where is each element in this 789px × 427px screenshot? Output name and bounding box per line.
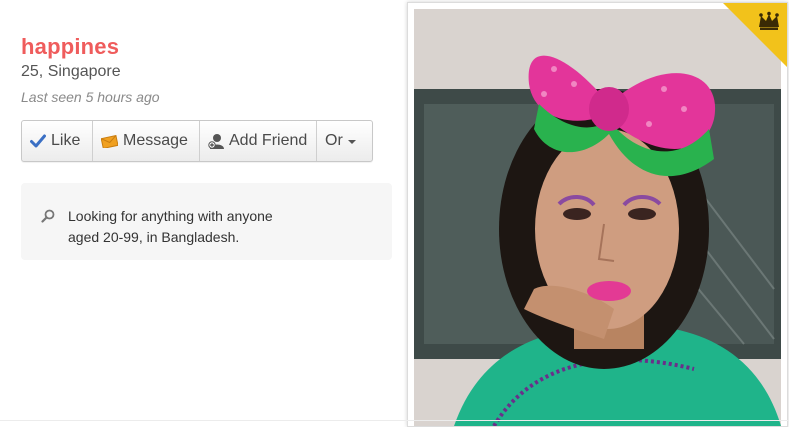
chevron-down-icon <box>347 140 356 144</box>
envelope-icon <box>101 134 118 148</box>
crown-icon <box>757 11 781 36</box>
add-friend-label: Add Friend <box>229 132 308 149</box>
action-button-group: Like Message Add Friend Or <box>21 120 373 162</box>
or-dropdown-button[interactable]: Or <box>317 121 372 161</box>
age-location: 25, Singapore <box>21 63 121 80</box>
username[interactable]: happines <box>21 34 119 60</box>
last-seen: Last seen 5 hours ago <box>21 89 160 105</box>
or-label: Or <box>325 132 343 149</box>
search-icon <box>41 209 55 228</box>
profile-photo[interactable] <box>414 9 781 426</box>
looking-for-line-1: Looking for anything with anyone <box>68 208 273 224</box>
profile-photo-frame[interactable] <box>407 2 788 427</box>
looking-for-line-2: aged 20-99, in Bangladesh. <box>68 229 240 245</box>
message-label: Message <box>123 132 188 149</box>
message-button[interactable]: Message <box>93 121 200 161</box>
like-label: Like <box>51 132 81 149</box>
page-divider <box>0 420 789 421</box>
like-button[interactable]: Like <box>22 121 93 161</box>
looking-for-panel: Looking for anything with anyone aged 20… <box>21 183 392 260</box>
add-friend-button[interactable]: Add Friend <box>200 121 317 161</box>
checkmark-icon <box>30 134 46 148</box>
looking-for-text: Looking for anything with anyone aged 20… <box>68 206 328 248</box>
person-add-icon <box>208 133 224 150</box>
